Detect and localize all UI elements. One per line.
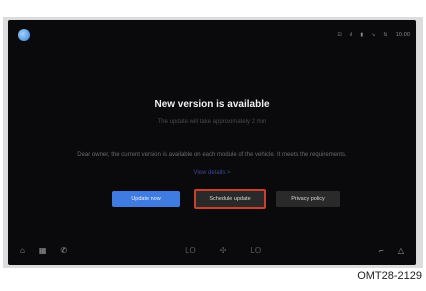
- battery-icon: ▮: [360, 32, 364, 38]
- climate-left-label[interactable]: LO: [185, 246, 196, 255]
- infotainment-screen: ⊡ ıl ▮ ↘ ⇅ 10:00 New version is availabl…: [8, 20, 416, 265]
- dialog-subtitle: The update will take approximately 2 min: [157, 119, 267, 125]
- system-logo-icon: [18, 29, 30, 41]
- clock: 10:00: [395, 32, 410, 38]
- seat-icon[interactable]: ⌐: [379, 246, 384, 255]
- signal-icon: ıl: [349, 32, 353, 38]
- figure-caption: OMT28-2129: [357, 270, 422, 282]
- bottom-nav: ⌂ ▦ ✆ LO ✣ LO ⌐ △: [8, 235, 416, 265]
- schedule-update-button[interactable]: Schedule update: [194, 189, 266, 209]
- status-icon-1: ⊡: [337, 32, 342, 38]
- climate-right-label[interactable]: LO: [250, 246, 261, 255]
- apps-icon[interactable]: ▦: [39, 246, 47, 255]
- privacy-policy-button[interactable]: Privacy policy: [276, 191, 340, 207]
- update-now-button[interactable]: Update now: [112, 191, 180, 207]
- phone-icon[interactable]: ✆: [60, 246, 67, 255]
- dialog-title: New version is available: [154, 99, 270, 110]
- view-details-link[interactable]: View details >: [8, 170, 416, 176]
- fan-icon[interactable]: ✣: [220, 246, 227, 255]
- home-icon[interactable]: ⌂: [20, 246, 25, 255]
- status-bar: ⊡ ıl ▮ ↘ ⇅ 10:00: [337, 32, 410, 38]
- data-icon: ⇅: [383, 32, 388, 38]
- triangle-icon[interactable]: △: [398, 246, 404, 255]
- arrow-icon: ↘: [371, 32, 376, 38]
- dialog-message: Dear owner, the current version is avail…: [77, 152, 347, 158]
